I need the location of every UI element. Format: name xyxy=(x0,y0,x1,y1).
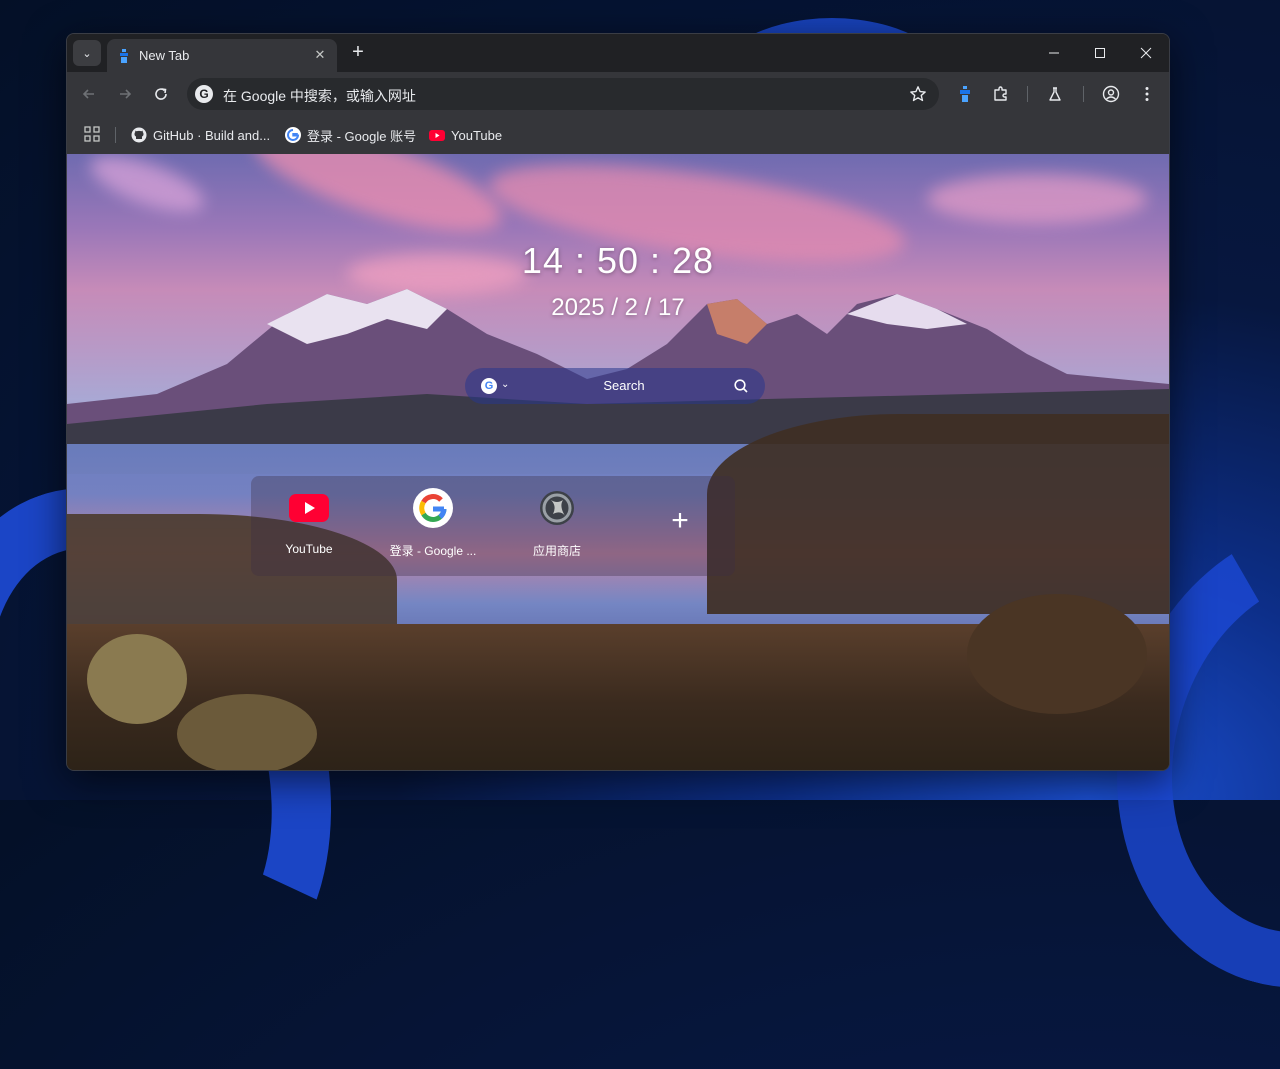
apps-grid-icon[interactable] xyxy=(83,125,101,143)
star-icon[interactable] xyxy=(909,85,927,103)
bookmark-youtube[interactable]: YouTube xyxy=(429,125,502,145)
wallpaper-bush xyxy=(967,594,1147,714)
arrow-right-icon xyxy=(120,89,132,99)
extension-app-icon xyxy=(960,86,970,102)
youtube-icon xyxy=(429,130,445,141)
bookmark-label: YouTube xyxy=(451,127,503,143)
bookmarks-separator xyxy=(115,127,116,143)
wallpaper-cloud xyxy=(927,174,1147,224)
minimize-icon xyxy=(1049,52,1059,54)
shortcut-label: YouTube xyxy=(285,542,333,556)
clock-time: 14 : 50 : 28 xyxy=(521,240,715,281)
tab-favicon-icon xyxy=(120,49,128,63)
flask-icon xyxy=(1049,87,1061,101)
new-tab-page: 14 : 50 : 28 2025 / 2 / 17 G ⌄ Search Yo… xyxy=(67,154,1169,770)
shortcut-google-account[interactable]: 登录 - Google ... xyxy=(375,484,491,568)
bookmark-google-account[interactable]: 登录 - Google 账号 xyxy=(285,125,416,145)
github-icon xyxy=(131,127,147,143)
wallpaper-bush xyxy=(87,634,187,724)
shortcuts-panel: YouTube 登录 - Google ... 应用商店 xyxy=(251,476,735,576)
profile-button[interactable] xyxy=(1101,84,1121,104)
bookmarks-bar: GitHub · Build and... 登录 - Google 账号 You… xyxy=(67,116,1169,155)
tab-title: New Tab xyxy=(139,48,190,63)
close-window-button[interactable] xyxy=(1123,34,1169,72)
title-bar: ⌄ New Tab ✕ + xyxy=(67,34,1169,72)
web-store-icon xyxy=(537,488,577,528)
new-tab-button[interactable]: + xyxy=(347,42,369,64)
reload-icon xyxy=(155,88,167,100)
arrow-left-icon xyxy=(82,89,94,99)
reload-button[interactable] xyxy=(147,80,175,108)
forward-button[interactable] xyxy=(111,80,139,108)
maximize-icon xyxy=(1095,48,1105,58)
google-icon xyxy=(285,127,301,143)
shortcut-label: 登录 - Google ... xyxy=(389,544,477,558)
account-icon xyxy=(1102,85,1120,103)
maximize-button[interactable] xyxy=(1077,34,1123,72)
minimize-button[interactable] xyxy=(1031,34,1077,72)
extensions-button[interactable] xyxy=(991,84,1011,104)
tab-new-tab[interactable]: New Tab ✕ xyxy=(107,39,337,72)
search-icon[interactable] xyxy=(733,378,749,394)
shortcut-web-store[interactable]: 应用商店 xyxy=(499,484,615,568)
more-vert-icon xyxy=(1145,87,1149,101)
bookmark-label: 登录 - Google 账号 xyxy=(307,128,417,144)
youtube-icon xyxy=(289,488,329,528)
browser-window: ⌄ New Tab ✕ + G 在 Google 中搜索，或输入网址 GitHu… xyxy=(66,33,1170,771)
puzzle-icon xyxy=(994,86,1007,101)
shortcut-youtube[interactable]: YouTube xyxy=(251,484,367,568)
google-icon: G xyxy=(195,85,213,103)
back-button[interactable] xyxy=(75,80,103,108)
google-icon xyxy=(413,488,453,528)
tab-close-icon[interactable]: ✕ xyxy=(311,46,329,64)
labs-button[interactable] xyxy=(1045,84,1065,104)
toolbar: G 在 Google 中搜索，或输入网址 xyxy=(67,72,1169,116)
wallpaper-cloud xyxy=(242,154,512,253)
wallpaper-shore xyxy=(707,414,1169,614)
address-bar[interactable]: G 在 Google 中搜索，或输入网址 xyxy=(187,78,939,110)
clock-date: 2025 / 2 / 17 xyxy=(551,294,685,321)
bookmark-label: GitHub · Build and... xyxy=(153,127,271,143)
wallpaper-cloud xyxy=(83,154,211,224)
search-box[interactable]: G ⌄ Search xyxy=(465,368,765,404)
tab-search-button[interactable]: ⌄ xyxy=(73,40,101,66)
toolbar-separator xyxy=(1083,86,1084,102)
chevron-down-icon: ⌄ xyxy=(82,47,92,60)
toolbar-separator xyxy=(1027,86,1028,102)
wallpaper-bush xyxy=(177,694,317,770)
shortcut-label: 应用商店 xyxy=(532,544,581,558)
address-input[interactable]: 在 Google 中搜索，或输入网址 xyxy=(223,86,416,106)
add-shortcut-button[interactable]: + xyxy=(665,506,695,536)
bookmark-github[interactable]: GitHub · Build and... xyxy=(131,125,270,145)
close-icon xyxy=(1140,47,1152,59)
menu-button[interactable] xyxy=(1137,84,1157,104)
extension-icon[interactable] xyxy=(955,84,975,104)
